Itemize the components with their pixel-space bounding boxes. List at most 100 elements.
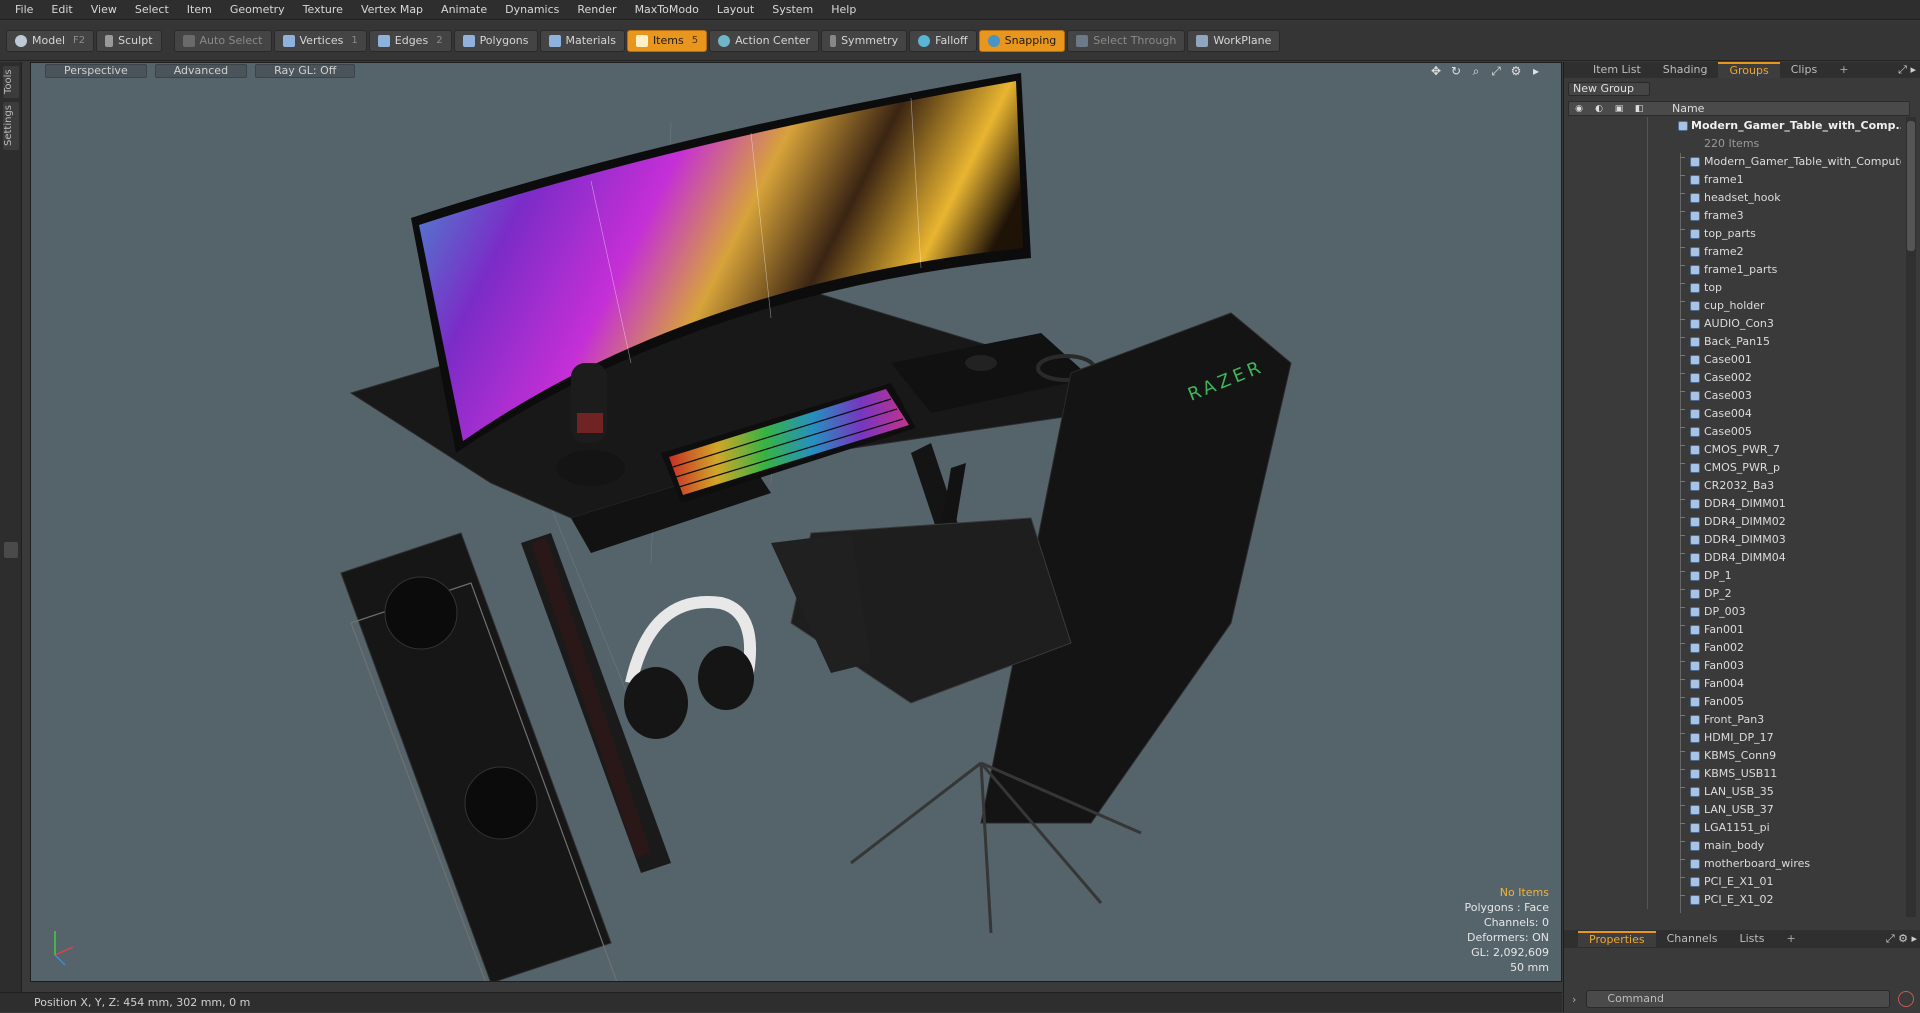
render-icon[interactable]: ◐ xyxy=(1589,104,1609,114)
menu-render[interactable]: Render xyxy=(568,0,625,20)
tab-groups[interactable]: Groups xyxy=(1718,62,1780,78)
tree-item[interactable]: DDR4_DIMM03 xyxy=(1568,531,1901,549)
tree-item[interactable]: Fan005 xyxy=(1568,693,1901,711)
tab-clips[interactable]: Clips xyxy=(1780,62,1829,78)
panel-toggle-handle[interactable] xyxy=(4,542,18,558)
advanced-dropdown[interactable]: Advanced xyxy=(154,64,248,78)
tree-item[interactable]: DP_2 xyxy=(1568,585,1901,603)
menu-file[interactable]: File xyxy=(6,0,42,20)
tab-lists[interactable]: Lists xyxy=(1729,931,1776,947)
menu-texture[interactable]: Texture xyxy=(294,0,352,20)
3d-viewport[interactable]: RAZER Perspective Advanced Ray GL: Off ✥… xyxy=(30,62,1562,982)
menu-system[interactable]: System xyxy=(763,0,822,20)
tools-tab[interactable]: Tools xyxy=(3,66,19,98)
expand-icon[interactable]: ⤢ ▸ xyxy=(1898,63,1916,77)
menu-layout[interactable]: Layout xyxy=(708,0,763,20)
add-tab-button[interactable]: + xyxy=(1775,931,1806,947)
menu-vertex-map[interactable]: Vertex Map xyxy=(352,0,432,20)
tree-item[interactable]: main_body xyxy=(1568,837,1901,855)
tree-item[interactable]: Case001 xyxy=(1568,351,1901,369)
polygons-mode-button[interactable]: Polygons xyxy=(453,29,538,52)
command-input[interactable]: Command xyxy=(1586,990,1891,1008)
groups-tree[interactable]: Modern_Gamer_Table_with_Comp... 220 Items… xyxy=(1568,117,1901,917)
tree-item[interactable]: CMOS_PWR_7 xyxy=(1568,441,1901,459)
materials-mode-button[interactable]: Materials xyxy=(539,29,625,52)
tree-item[interactable]: frame1_parts xyxy=(1568,261,1901,279)
menu-help[interactable]: Help xyxy=(822,0,865,20)
tree-item[interactable]: Fan002 xyxy=(1568,639,1901,657)
zoom-icon[interactable]: ⌕ xyxy=(1469,64,1483,78)
pan-icon[interactable]: ✥ xyxy=(1429,64,1443,78)
tree-item[interactable]: top xyxy=(1568,279,1901,297)
tree-item[interactable]: CR2032_Ba3 xyxy=(1568,477,1901,495)
new-group-button[interactable]: New Group xyxy=(1568,82,1650,96)
select-icon[interactable]: ◧ xyxy=(1629,104,1649,114)
maximize-icon[interactable]: ⤢ xyxy=(1489,64,1503,78)
tree-item[interactable]: Front_Pan3 xyxy=(1568,711,1901,729)
tree-scrollbar[interactable] xyxy=(1906,117,1916,917)
falloff-button[interactable]: Falloff xyxy=(909,29,977,52)
tree-item[interactable]: Case002 xyxy=(1568,369,1901,387)
tree-item[interactable]: frame3 xyxy=(1568,207,1901,225)
workplane-button[interactable]: WorkPlane xyxy=(1187,29,1281,52)
snapping-button[interactable]: Snapping xyxy=(978,29,1066,52)
tree-item[interactable]: motherboard_wires xyxy=(1568,855,1901,873)
raygl-dropdown[interactable]: Ray GL: Off xyxy=(255,64,356,78)
menu-maxtomodo[interactable]: MaxToModo xyxy=(626,0,708,20)
tree-item[interactable]: Fan004 xyxy=(1568,675,1901,693)
vertices-mode-button[interactable]: Vertices 1 xyxy=(273,29,367,52)
perspective-dropdown[interactable]: Perspective xyxy=(45,64,147,78)
sculpt-mode-button[interactable]: Sculpt xyxy=(96,29,162,52)
menu-item[interactable]: Item xyxy=(178,0,221,20)
tree-item[interactable]: Case004 xyxy=(1568,405,1901,423)
edges-mode-button[interactable]: Edges 2 xyxy=(368,29,452,52)
tree-item[interactable]: CMOS_PWR_p xyxy=(1568,459,1901,477)
tree-item[interactable]: Modern_Gamer_Table_with_Computer xyxy=(1568,153,1901,171)
menu-animate[interactable]: Animate xyxy=(432,0,496,20)
action-center-button[interactable]: Action Center xyxy=(709,29,820,52)
tree-item[interactable]: Back_Pan15 xyxy=(1568,333,1901,351)
tree-item[interactable]: Case005 xyxy=(1568,423,1901,441)
model-mode-button[interactable]: Model F2 xyxy=(6,29,95,52)
expand-icon[interactable]: ⤢ ⚙ ▸ xyxy=(1886,932,1917,946)
gear-icon[interactable]: ⚙ xyxy=(1509,64,1523,78)
tree-item[interactable]: LAN_USB_37 xyxy=(1568,801,1901,819)
tab-channels[interactable]: Channels xyxy=(1656,931,1729,947)
tree-item[interactable]: headset_hook xyxy=(1568,189,1901,207)
tree-item[interactable]: LAN_USB_35 xyxy=(1568,783,1901,801)
menu-geometry[interactable]: Geometry xyxy=(221,0,294,20)
add-tab-button[interactable]: + xyxy=(1828,62,1859,78)
auto-select-button[interactable]: Auto Select xyxy=(173,29,272,52)
tree-item[interactable]: PCI_E_X1_01 xyxy=(1568,873,1901,891)
eye-icon[interactable]: ◉ xyxy=(1569,104,1589,114)
tab-item-list[interactable]: Item List xyxy=(1582,62,1652,78)
tree-item[interactable]: Fan001 xyxy=(1568,621,1901,639)
lock-icon[interactable]: ▣ xyxy=(1609,104,1629,114)
tree-root-count[interactable]: 220 Items xyxy=(1568,135,1901,153)
tree-item[interactable]: KBMS_USB11 xyxy=(1568,765,1901,783)
tree-item[interactable]: KBMS_Conn9 xyxy=(1568,747,1901,765)
tree-item[interactable]: DP_1 xyxy=(1568,567,1901,585)
tree-item[interactable]: HDMI_DP_17 xyxy=(1568,729,1901,747)
tab-shading[interactable]: Shading xyxy=(1652,62,1719,78)
tree-item[interactable]: top_parts xyxy=(1568,225,1901,243)
tree-item[interactable]: frame1 xyxy=(1568,171,1901,189)
menu-view[interactable]: View xyxy=(82,0,126,20)
menu-edit[interactable]: Edit xyxy=(42,0,81,20)
tree-item[interactable]: cup_holder xyxy=(1568,297,1901,315)
select-through-button[interactable]: Select Through xyxy=(1067,29,1186,52)
tree-item[interactable]: frame2 xyxy=(1568,243,1901,261)
menu-dynamics[interactable]: Dynamics xyxy=(496,0,568,20)
tree-item[interactable]: DDR4_DIMM01 xyxy=(1568,495,1901,513)
tree-item[interactable]: LGA1151_pi xyxy=(1568,819,1901,837)
tree-root-group[interactable]: Modern_Gamer_Table_with_Comp... xyxy=(1568,117,1901,135)
symmetry-button[interactable]: Symmetry xyxy=(821,29,908,52)
tree-item[interactable]: DDR4_DIMM04 xyxy=(1568,549,1901,567)
record-icon[interactable] xyxy=(1898,991,1915,1007)
tree-item[interactable]: DDR4_DIMM02 xyxy=(1568,513,1901,531)
tree-item[interactable]: Fan003 xyxy=(1568,657,1901,675)
menu-select[interactable]: Select xyxy=(126,0,178,20)
tree-item[interactable]: AUDIO_Con3 xyxy=(1568,315,1901,333)
tree-item[interactable]: Case003 xyxy=(1568,387,1901,405)
arrow-right-icon[interactable]: ▸ xyxy=(1529,64,1543,78)
